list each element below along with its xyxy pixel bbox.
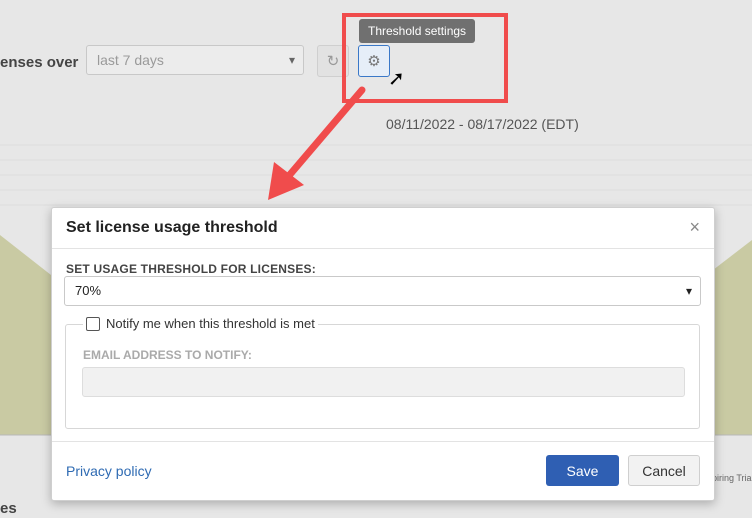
notify-label: Notify me when this threshold is met: [106, 316, 315, 331]
privacy-policy-link[interactable]: Privacy policy: [66, 463, 152, 479]
save-button[interactable]: Save: [546, 455, 619, 486]
threshold-select[interactable]: 70% ▾: [64, 276, 701, 306]
cancel-button[interactable]: Cancel: [628, 455, 700, 486]
notify-checkbox[interactable]: [86, 316, 100, 331]
email-label: EMAIL ADDRESS TO NOTIFY:: [83, 348, 252, 362]
notify-legend: Notify me when this threshold is met: [83, 316, 318, 331]
notify-fieldset: Notify me when this threshold is met EMA…: [65, 316, 700, 429]
dialog-header: Set license usage threshold ×: [52, 208, 714, 249]
chevron-down-icon: ▾: [685, 284, 692, 298]
dialog-footer: Privacy policy Save Cancel: [52, 441, 714, 500]
threshold-label: SET USAGE THRESHOLD FOR LICENSES:: [66, 262, 316, 276]
dialog-title: Set license usage threshold: [66, 219, 278, 236]
close-icon[interactable]: ×: [689, 217, 700, 238]
email-field[interactable]: [82, 367, 685, 397]
threshold-dialog: Set license usage threshold × SET USAGE …: [51, 207, 715, 501]
